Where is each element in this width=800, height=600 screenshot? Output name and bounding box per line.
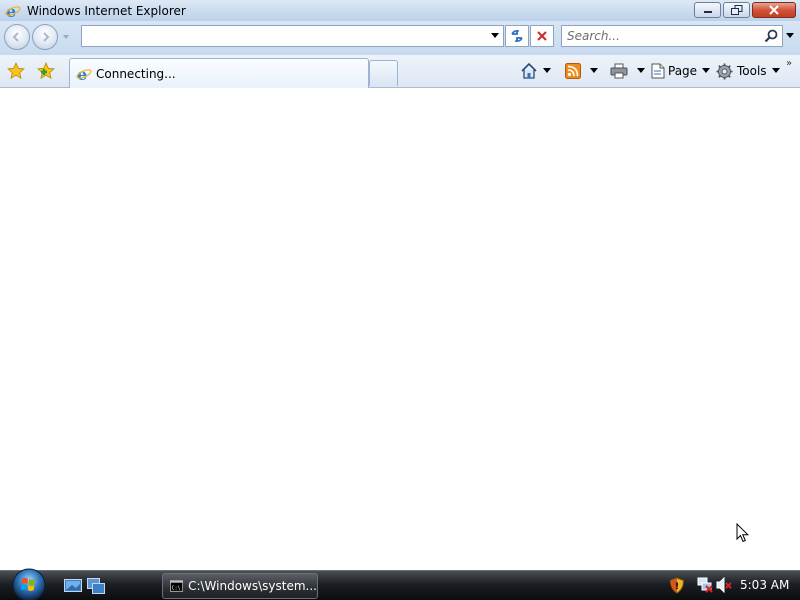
title-bar[interactable]: e Windows Internet Explorer: [0, 0, 800, 21]
ie-logo-icon: e: [76, 66, 92, 82]
home-dropdown-icon[interactable]: [543, 68, 551, 74]
svg-text:C:\: C:\: [172, 585, 181, 591]
show-desktop-icon[interactable]: [64, 578, 82, 594]
svg-text:!: !: [675, 582, 679, 592]
more-commands-chevron-icon[interactable]: »: [786, 58, 792, 69]
network-icon[interactable]: [697, 577, 713, 593]
feeds-button[interactable]: [565, 60, 598, 82]
tools-menu-button[interactable]: Tools: [716, 60, 780, 82]
tab-label: Connecting...: [96, 66, 176, 81]
search-box[interactable]: [561, 25, 783, 47]
back-arrow-icon: [12, 32, 19, 42]
page-dropdown-icon: [702, 68, 711, 73]
forward-arrow-icon: [43, 32, 50, 42]
taskbar-item-label: C:\Windows\system...: [188, 579, 317, 593]
search-magnifier-icon: [764, 29, 778, 43]
restore-button[interactable]: [723, 2, 750, 18]
add-favorites-icon[interactable]: [37, 62, 55, 80]
close-button[interactable]: [752, 2, 796, 18]
home-button[interactable]: [520, 60, 551, 82]
close-icon: [769, 5, 779, 15]
restore-icon: [730, 5, 742, 15]
volume-muted-icon[interactable]: [716, 577, 732, 593]
page-content[interactable]: [0, 89, 800, 570]
forward-button[interactable]: [32, 24, 58, 50]
rss-feed-icon: [565, 63, 581, 79]
switch-windows-icon[interactable]: [87, 578, 105, 594]
back-button[interactable]: [4, 24, 30, 50]
tools-dropdown-icon: [771, 68, 780, 73]
search-input[interactable]: [562, 26, 760, 46]
page-icon: [651, 63, 665, 79]
page-menu-label: Page: [668, 64, 698, 78]
address-input[interactable]: [82, 26, 477, 46]
taskbar: C:\ C:\Windows\system... ! 5:03 AM: [0, 567, 800, 600]
stop-icon: [537, 31, 547, 41]
ie-logo-icon: e: [5, 3, 21, 19]
new-tab-button[interactable]: [369, 60, 398, 86]
home-icon: [521, 62, 537, 79]
mouse-cursor-icon: [736, 523, 750, 543]
refresh-icon: [511, 30, 523, 42]
print-icon: [610, 63, 628, 79]
tools-menu-label: Tools: [737, 64, 767, 78]
minimize-button[interactable]: [694, 2, 721, 18]
system-clock[interactable]: 5:03 AM: [740, 578, 789, 592]
command-prompt-icon: C:\: [170, 580, 184, 592]
recent-pages-dropdown[interactable]: [62, 33, 70, 41]
tools-gear-icon: [716, 63, 733, 79]
feeds-dropdown-icon[interactable]: [590, 68, 598, 74]
command-bar: e Connecting... Page Tools: [0, 55, 800, 88]
address-dropdown-icon[interactable]: [491, 33, 499, 39]
address-bar[interactable]: [81, 25, 504, 47]
search-options-dropdown[interactable]: [786, 33, 794, 39]
taskbar-item-command-prompt[interactable]: C:\ C:\Windows\system...: [162, 573, 318, 599]
search-button[interactable]: [760, 29, 782, 43]
page-menu-button[interactable]: Page: [650, 60, 711, 82]
security-shield-icon[interactable]: !: [669, 577, 685, 594]
print-button[interactable]: [610, 60, 645, 82]
navigation-bar: [0, 21, 800, 55]
stop-button[interactable]: [530, 25, 554, 47]
minimize-icon: [703, 11, 712, 13]
tab-connecting[interactable]: e Connecting...: [69, 58, 369, 88]
windows-start-orb-icon[interactable]: [8, 567, 50, 600]
favorites-star-icon[interactable]: [7, 62, 25, 80]
window-title: Windows Internet Explorer: [27, 3, 186, 18]
print-dropdown-icon[interactable]: [637, 68, 645, 74]
refresh-button[interactable]: [505, 25, 529, 47]
